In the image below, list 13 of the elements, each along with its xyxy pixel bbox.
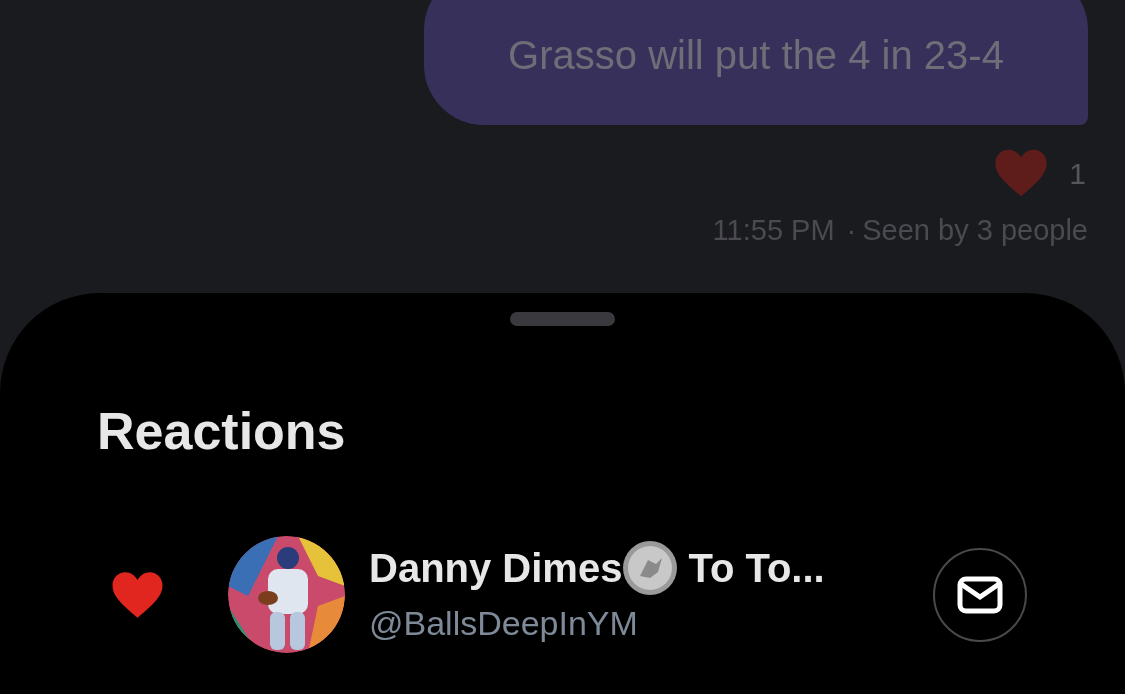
reaction-count: 1 (1069, 155, 1086, 192)
user-handle: @BallsDeepInYM (369, 603, 639, 644)
message-bubble: Grasso will put the 4 in 23-4 (424, 0, 1088, 125)
message-button[interactable] (933, 547, 1027, 642)
mail-icon (957, 575, 1003, 614)
user-name: Danny Dimes (369, 545, 623, 592)
heart-icon (110, 569, 165, 620)
heart-icon (993, 147, 1050, 199)
coin-icon (622, 540, 679, 596)
drag-handle[interactable] (510, 312, 615, 326)
user-name: To To... (688, 545, 825, 592)
separator-dot: · (846, 213, 857, 248)
sheet-title: Reactions (97, 401, 347, 462)
